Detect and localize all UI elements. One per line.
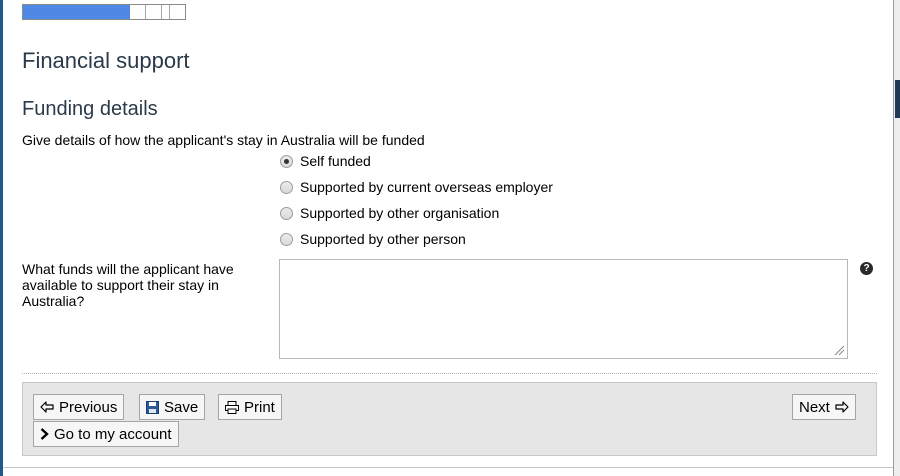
- radio-button[interactable]: [280, 232, 293, 246]
- progress-segment-divider: [169, 5, 170, 19]
- previous-label: Previous: [59, 398, 118, 416]
- radio-overseas-employer[interactable]: Supported by current overseas employer: [280, 177, 553, 197]
- resize-grip-icon[interactable]: [833, 344, 845, 356]
- account-label: Go to my account: [54, 425, 172, 443]
- chevron-right-icon: [40, 428, 49, 440]
- next-button[interactable]: Next: [792, 394, 856, 420]
- radio-label: Supported by current overseas employer: [300, 179, 553, 195]
- radio-label: Supported by other person: [300, 231, 466, 247]
- print-icon: [225, 400, 239, 414]
- radio-other-person[interactable]: Supported by other person: [280, 229, 466, 249]
- progress-bar-fill: [23, 5, 130, 19]
- previous-button[interactable]: Previous: [33, 394, 125, 420]
- save-label: Save: [164, 398, 199, 416]
- help-icon[interactable]: ?: [860, 262, 873, 275]
- radio-button[interactable]: [280, 180, 293, 194]
- save-button[interactable]: Save: [139, 394, 206, 420]
- radio-button[interactable]: [280, 154, 293, 168]
- progress-bar: [22, 4, 186, 20]
- dotted-separator: [22, 373, 877, 374]
- progress-segment-divider: [145, 5, 146, 19]
- funding-question: Give details of how the applicant's stay…: [22, 132, 425, 148]
- bottom-divider: [3, 467, 893, 468]
- radio-other-organisation[interactable]: Supported by other organisation: [280, 203, 499, 223]
- right-gutter: [894, 0, 900, 476]
- button-bar: Previous Save Print Go to my account Nex…: [22, 382, 877, 456]
- side-tab: [895, 80, 900, 118]
- go-to-account-button[interactable]: Go to my account: [33, 421, 179, 447]
- radio-label: Self funded: [300, 153, 371, 169]
- progress-segment-divider: [161, 5, 162, 19]
- arrow-left-icon: [40, 401, 54, 413]
- arrow-right-icon: [835, 401, 849, 413]
- funds-label: What funds will the applicant have avail…: [22, 261, 234, 309]
- next-label: Next: [799, 398, 830, 416]
- section-title: Funding details: [22, 98, 158, 120]
- page-title: Financial support: [22, 48, 190, 73]
- radio-self-funded[interactable]: Self funded: [280, 151, 371, 171]
- print-label: Print: [244, 398, 275, 416]
- left-accent-edge: [0, 0, 3, 476]
- radio-button[interactable]: [280, 206, 293, 220]
- funds-textarea[interactable]: [279, 259, 848, 359]
- save-icon: [146, 400, 159, 414]
- radio-label: Supported by other organisation: [300, 205, 500, 221]
- print-button[interactable]: Print: [218, 394, 282, 420]
